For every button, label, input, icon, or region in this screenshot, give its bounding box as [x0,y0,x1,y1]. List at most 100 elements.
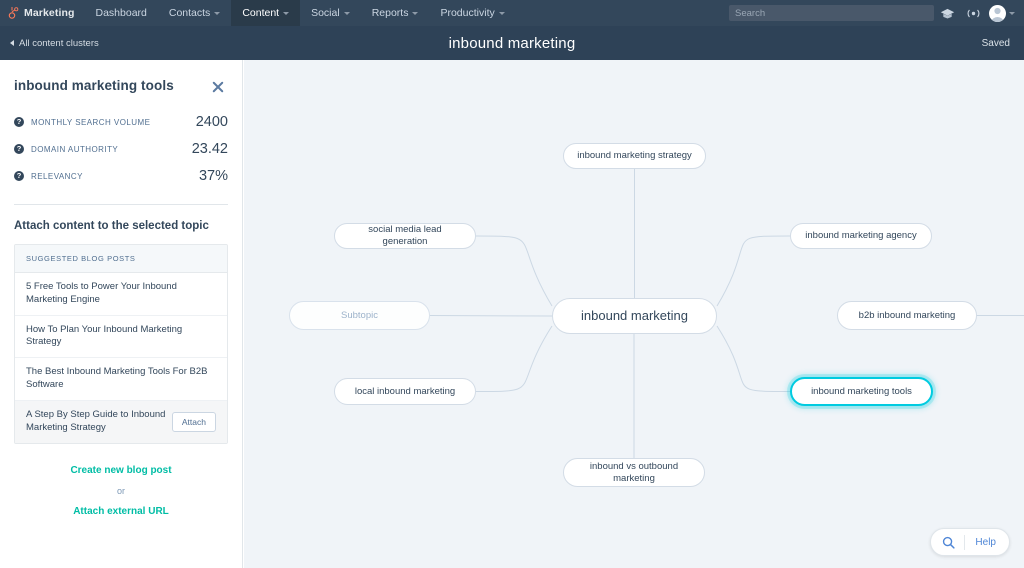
metric-label: RELEVANCY [31,172,83,181]
notifications-icon[interactable] [960,0,986,26]
chevron-down-icon [283,12,289,15]
cluster-edge [717,326,790,392]
close-icon[interactable] [210,79,226,95]
avatar-person-icon [989,5,1006,22]
suggested-posts-card: SUGGESTED BLOG POSTS 5 Free Tools to Pow… [14,244,228,444]
nav-item-label: Productivity [440,7,494,19]
cluster-edge [717,236,790,306]
cluster-node-label: local inbound marketing [355,386,455,398]
sidebar-header: inbound marketing tools [0,60,242,95]
top-navigation-bar: Marketing Dashboard Contacts Content Social… [0,0,1024,26]
help-label: Help [965,537,1009,548]
cluster-node-tools[interactable]: inbound marketing tools [790,377,933,406]
metric-value: 23.42 [192,141,228,157]
metric-left: ? DOMAIN AUTHORITY [14,144,118,154]
attach-content-heading: Attach content to the selected topic [0,205,242,244]
suggested-post-row[interactable]: How To Plan Your Inbound Marketing Strat… [15,316,227,359]
suggested-posts-list: 5 Free Tools to Power Your Inbound Marke… [15,273,227,443]
topic-cluster-canvas[interactable]: inbound marketing inbound marketing strat… [244,60,1024,568]
nav-item-label: Dashboard [96,7,147,19]
sidebar-actions: Create new blog post or Attach external … [0,444,242,519]
post-title: 5 Free Tools to Power Your Inbound Marke… [26,281,216,307]
user-account-menu[interactable] [986,5,1024,22]
top-nav-utilities [729,0,1024,26]
cluster-node-social[interactable]: social media lead generation [334,223,476,249]
create-new-blog-post-link[interactable]: Create new blog post [0,463,242,478]
metric-row: ? RELEVANCY 37% [14,163,228,190]
cluster-node-label: b2b inbound marketing [859,310,956,322]
save-status-label: Saved [982,38,1010,49]
cluster-node-local[interactable]: local inbound marketing [334,378,476,405]
metric-row: ? MONTHLY SEARCH VOLUME 2400 [14,109,228,136]
nav-item-social[interactable]: Social [300,0,361,26]
suggested-post-row[interactable]: The Best Inbound Marketing Tools For B2B… [15,358,227,401]
chevron-down-icon [214,12,220,15]
nav-item-reports[interactable]: Reports [361,0,430,26]
nav-item-label: Reports [372,7,409,19]
suggested-posts-header: SUGGESTED BLOG POSTS [15,245,227,273]
metric-left: ? RELEVANCY [14,171,83,181]
cluster-node-label: inbound marketing strategy [577,150,692,162]
cluster-node-label: Subtopic [341,310,378,322]
metric-label: MONTHLY SEARCH VOLUME [31,118,150,127]
nav-item-label: Social [311,7,340,19]
nav-item-label: Contacts [169,7,210,19]
suggested-post-row[interactable]: 5 Free Tools to Power Your Inbound Marke… [15,273,227,316]
magnifier-glyph [942,536,955,549]
cluster-edge [430,316,552,317]
nav-item-dashboard[interactable]: Dashboard [85,0,158,26]
suggested-post-row[interactable]: A Step By Step Guide to Inbound Marketin… [15,401,227,443]
cluster-edge [476,326,552,392]
post-title: The Best Inbound Marketing Tools For B2B… [26,366,216,392]
help-icon[interactable]: ? [14,144,24,154]
metric-left: ? MONTHLY SEARCH VOLUME [14,117,150,127]
cluster-node-label: inbound marketing agency [805,230,916,242]
help-button[interactable]: Help [930,528,1010,556]
search-icon [931,536,964,549]
metric-value: 37% [199,168,228,184]
search-input[interactable] [729,5,934,21]
metric-row: ? DOMAIN AUTHORITY 23.42 [14,136,228,163]
cluster-node-subtopic[interactable]: Subtopic [289,301,430,330]
brand-home-link[interactable]: Marketing [0,0,85,26]
cluster-editor-app: Marketing Dashboard Contacts Content Social… [0,0,1024,568]
cluster-node-agency[interactable]: inbound marketing agency [790,223,932,249]
brand-label: Marketing [24,7,75,19]
chevron-down-icon [499,12,505,15]
metric-label: DOMAIN AUTHORITY [31,145,118,154]
cluster-node-core[interactable]: inbound marketing [552,298,717,334]
hubspot-sprocket-icon [7,7,19,20]
metric-value: 2400 [196,114,228,130]
chevron-down-icon [412,12,418,15]
topic-metrics-list: ? MONTHLY SEARCH VOLUME 2400? DOMAIN AUTHOR… [0,95,242,190]
nav-item-label: Content [242,7,279,19]
cluster-node-strategy[interactable]: inbound marketing strategy [563,143,706,169]
post-title: How To Plan Your Inbound Marketing Strat… [26,324,216,350]
cluster-node-label: social media lead generation [347,224,463,248]
nav-items-container: Dashboard Contacts Content Social Reports Pro… [85,0,516,26]
nav-item-productivity[interactable]: Productivity [429,0,515,26]
cluster-edge [476,236,552,306]
attach-post-button[interactable]: Attach [172,412,216,432]
academy-cap-glyph [940,8,955,19]
avatar [989,5,1006,22]
page-title: inbound marketing [0,35,1024,52]
or-separator-label: or [0,478,242,504]
cluster-node-label: inbound vs outbound marketing [576,461,692,485]
help-icon[interactable]: ? [14,171,24,181]
topic-detail-sidebar: inbound marketing tools ? MONTHLY SEARCH … [0,60,243,568]
nav-item-contacts[interactable]: Contacts [158,0,231,26]
cluster-node-label: inbound marketing tools [811,386,912,398]
help-icon[interactable]: ? [14,117,24,127]
cluster-node-b2b[interactable]: b2b inbound marketing [837,301,977,330]
nav-item-content[interactable]: Content [231,0,300,26]
post-title: A Step By Step Guide to Inbound Marketin… [26,409,166,435]
academy-cap-icon[interactable] [934,0,960,26]
broadcast-glyph [965,8,982,19]
account-chevron-down-icon [1009,12,1015,15]
chevron-down-icon [344,12,350,15]
attach-external-url-link[interactable]: Attach external URL [0,504,242,519]
cluster-header-bar: All content clusters inbound marketing S… [0,26,1024,60]
cluster-node-label: inbound marketing [581,308,688,324]
cluster-node-vs-outbound[interactable]: inbound vs outbound marketing [563,458,705,487]
